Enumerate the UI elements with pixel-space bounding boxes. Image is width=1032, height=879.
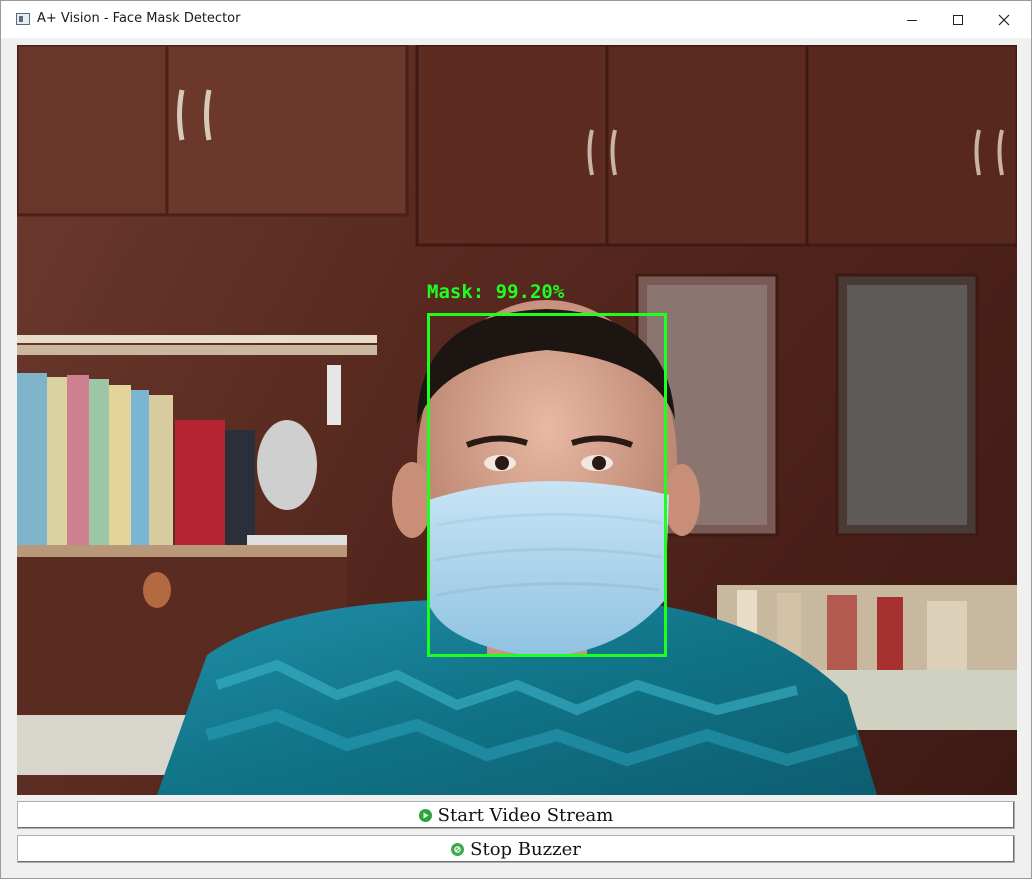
window-title: A+ Vision - Face Mask Detector (37, 11, 241, 26)
stop-buzzer-button[interactable]: Stop Buzzer (17, 835, 1015, 863)
app-window-icon (16, 13, 30, 25)
maximize-button[interactable] (935, 1, 981, 38)
detection-label: Mask: 99.20% (427, 281, 565, 303)
start-video-stream-button[interactable]: Start Video Stream (17, 801, 1015, 829)
app-window: A+ Vision - Face Mask Detector Mask: 99.… (0, 0, 1032, 879)
maximize-icon (953, 14, 963, 25)
title-bar[interactable]: A+ Vision - Face Mask Detector (1, 1, 1031, 38)
stop-buzzer-label: Stop Buzzer (470, 838, 581, 860)
minimize-button[interactable] (889, 1, 935, 38)
close-button[interactable] (981, 1, 1027, 38)
close-icon (998, 14, 1010, 25)
face-detection-box (427, 313, 667, 657)
play-icon (418, 808, 432, 822)
stop-icon (451, 842, 465, 856)
video-stream-frame: Mask: 99.20% (17, 45, 1017, 795)
start-video-stream-label: Start Video Stream (437, 804, 614, 826)
minimize-icon (907, 19, 917, 21)
